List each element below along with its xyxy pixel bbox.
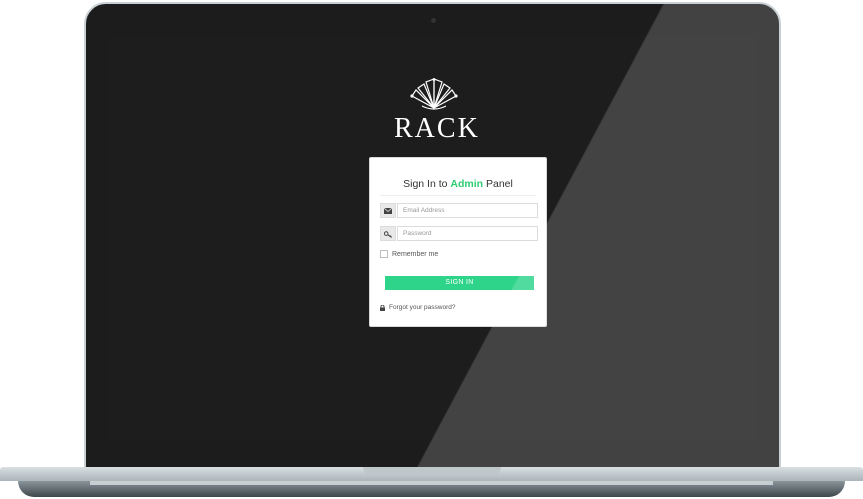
base-rim [90,481,773,485]
sign-in-button[interactable]: SIGN IN [385,276,534,290]
password-input[interactable] [397,226,538,241]
forgot-password-link[interactable]: Forgot your password? [380,304,455,311]
base-notch [363,467,501,475]
laptop-base [0,467,863,499]
remember-checkbox[interactable] [380,250,388,258]
envelope-icon [380,203,396,218]
login-title: Sign In to Admin Panel [370,178,546,190]
laptop-lid: RACK Sign In to Admin Panel R [84,2,781,469]
email-input[interactable] [397,203,538,218]
forgot-label: Forgot your password? [389,304,456,311]
logo: RACK [394,78,480,144]
camera-dot [431,18,436,23]
lock-icon [380,304,385,311]
title-divider [380,195,536,196]
title-highlight: Admin [450,178,484,190]
password-field-group [380,226,538,241]
key-icon [380,226,396,241]
logo-text: RACK [394,113,480,144]
remember-label: Remember me [392,250,439,258]
email-field-group [380,203,538,218]
title-suffix: Panel [483,178,513,190]
title-prefix: Sign In to [403,178,451,190]
login-card: Sign In to Admin Panel Remember me SIGN … [369,157,547,327]
remember-me[interactable]: Remember me [380,250,438,258]
fan-crown-icon [410,78,458,110]
screen: RACK Sign In to Admin Panel R [108,35,757,441]
